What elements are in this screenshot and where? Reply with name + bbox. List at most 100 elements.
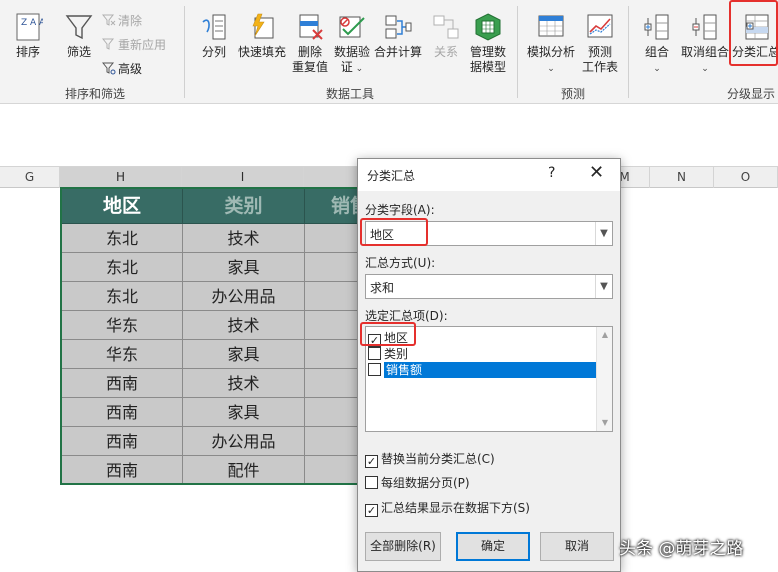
group-separator — [184, 6, 185, 98]
clear-button[interactable]: 清除 — [102, 12, 142, 30]
column-header-i[interactable]: I — [182, 167, 304, 188]
scroll-up-icon[interactable]: ▲ — [597, 327, 613, 343]
cell-sales[interactable] — [305, 224, 358, 253]
forecast-sheet-line2: 工作表 — [581, 60, 618, 74]
cell-region[interactable]: 西南 — [62, 398, 183, 427]
table-row: 西南 技术 — [62, 369, 358, 398]
cell-region[interactable]: 东北 — [62, 224, 183, 253]
cell-category[interactable]: 家具 — [183, 398, 305, 427]
chevron-down-icon[interactable]: ▼ — [595, 222, 612, 245]
column-header-o[interactable]: O — [714, 167, 778, 188]
filter-button[interactable]: 筛选 — [60, 12, 98, 60]
cell-category[interactable]: 办公用品 — [183, 427, 305, 456]
split-columns-icon — [202, 14, 226, 40]
column-header-n[interactable]: N — [650, 167, 714, 188]
watermark: 头条 @萌芽之路 — [619, 539, 744, 559]
table-row: 东北 办公用品 — [62, 282, 358, 311]
sales-checkbox[interactable] — [368, 363, 381, 376]
group-button[interactable]: 组合 ⌄ — [640, 12, 674, 77]
cell-sales[interactable] — [305, 282, 358, 311]
remove-all-button[interactable]: 全部删除(R) — [365, 532, 441, 561]
remove-dup-line1: 删除 — [297, 45, 322, 59]
table-row: 西南 配件 — [62, 456, 358, 483]
table-header-row: 地区 类别 销售额 — [62, 189, 358, 224]
ungroup-button[interactable]: 取消组合 ⌄ — [678, 12, 732, 77]
dialog-title: 分类汇总 — [367, 169, 416, 183]
what-if-analysis-button[interactable]: 模拟分析 ⌄ — [524, 12, 578, 77]
reapply-button[interactable]: 重新应用 — [102, 36, 166, 54]
group-rows-icon — [644, 14, 669, 40]
text-to-columns-button[interactable]: 分列 — [194, 12, 234, 60]
relationships-icon — [433, 15, 459, 39]
filter-label: 筛选 — [66, 45, 91, 59]
flash-fill-button[interactable]: 快速填充 — [236, 12, 288, 60]
cell-category[interactable]: 技术 — [183, 311, 305, 340]
cell-sales[interactable] — [305, 311, 358, 340]
list-item-category[interactable]: 类别 — [368, 346, 597, 362]
remove-duplicates-icon — [299, 14, 323, 40]
table-row: 华东 家具 — [62, 340, 358, 369]
cell-category[interactable]: 技术 — [183, 224, 305, 253]
cell-region[interactable]: 华东 — [62, 340, 183, 369]
group-btn-label: 组合 — [644, 45, 669, 59]
cell-sales[interactable] — [305, 369, 358, 398]
advanced-filter-button[interactable]: 高级 — [102, 60, 142, 78]
column-header-g[interactable]: G — [0, 167, 60, 188]
cell-category[interactable]: 技术 — [183, 369, 305, 398]
whatif-label: 模拟分析 — [526, 45, 575, 59]
page-break-checkbox[interactable] — [365, 476, 378, 489]
cell-sales[interactable] — [305, 398, 358, 427]
replace-checkbox[interactable]: ✓ — [365, 455, 378, 468]
validation-caret-icon: ⌄ — [352, 64, 364, 74]
cell-category[interactable]: 家具 — [183, 253, 305, 282]
option-page-break[interactable]: 每组数据分页(P) — [365, 475, 470, 491]
data-validation-button[interactable]: 数据验 证 ⌄ — [332, 12, 372, 77]
consolidate-label: 合并计算 — [373, 45, 422, 59]
cell-category[interactable]: 家具 — [183, 340, 305, 369]
consolidate-icon — [385, 15, 412, 39]
header-cell-sales[interactable]: 销售额 — [305, 189, 358, 224]
sort-button[interactable]: Z A A Z 排序 — [10, 12, 46, 60]
column-header-j[interactable] — [304, 167, 360, 188]
chevron-down-icon[interactable]: ▼ — [595, 275, 612, 298]
category-checkbox[interactable] — [368, 347, 381, 360]
option-replace-current[interactable]: ✓ 替换当前分类汇总(C) — [365, 451, 495, 468]
ok-button[interactable]: 确定 — [456, 532, 530, 561]
list-scrollbar[interactable]: ▲ ▼ — [596, 327, 612, 431]
cell-sales[interactable] — [305, 340, 358, 369]
function-select[interactable]: 求和 ▼ — [365, 274, 613, 299]
cell-region[interactable]: 西南 — [62, 456, 183, 483]
cell-region[interactable]: 华东 — [62, 311, 183, 340]
option-pagebreak-label: 每组数据分页(P) — [381, 476, 470, 490]
clear-filter-icon — [102, 14, 116, 26]
header-cell-category[interactable]: 类别 — [183, 189, 305, 224]
cell-category[interactable]: 配件 — [183, 456, 305, 483]
remove-duplicates-button[interactable]: 删除 重复值 — [290, 12, 330, 75]
relationships-button[interactable]: 关系 — [428, 12, 464, 60]
cell-category[interactable]: 办公用品 — [183, 282, 305, 311]
manage-data-model-button[interactable]: 管理数 据模型 — [466, 12, 510, 75]
list-item-sales[interactable]: 销售额 — [368, 362, 597, 378]
cancel-button[interactable]: 取消 — [540, 532, 614, 561]
summary-below-checkbox[interactable]: ✓ — [365, 504, 378, 517]
flash-fill-icon — [252, 13, 274, 39]
cell-region[interactable]: 西南 — [62, 427, 183, 456]
header-cell-region[interactable]: 地区 — [62, 189, 183, 224]
list-item-label: 类别 — [384, 347, 409, 361]
consolidate-button[interactable]: 合并计算 — [372, 12, 424, 60]
column-header-h[interactable]: H — [60, 167, 182, 188]
cell-region[interactable]: 东北 — [62, 282, 183, 311]
help-icon[interactable]: ? — [548, 165, 555, 181]
group-label-data-tools: 数据工具 — [325, 87, 374, 101]
highlight-region-checkbox — [360, 322, 416, 346]
cell-region[interactable]: 东北 — [62, 253, 183, 282]
reapply-icon — [102, 38, 115, 50]
forecast-sheet-button[interactable]: 预测 工作表 — [578, 12, 622, 75]
cell-sales[interactable] — [305, 456, 358, 483]
cell-sales[interactable] — [305, 253, 358, 282]
scroll-down-icon[interactable]: ▼ — [597, 415, 613, 431]
cell-sales[interactable] — [305, 427, 358, 456]
cell-region[interactable]: 西南 — [62, 369, 183, 398]
option-summary-below[interactable]: ✓ 汇总结果显示在数据下方(S) — [365, 500, 530, 517]
close-icon[interactable]: ✕ — [589, 162, 604, 183]
